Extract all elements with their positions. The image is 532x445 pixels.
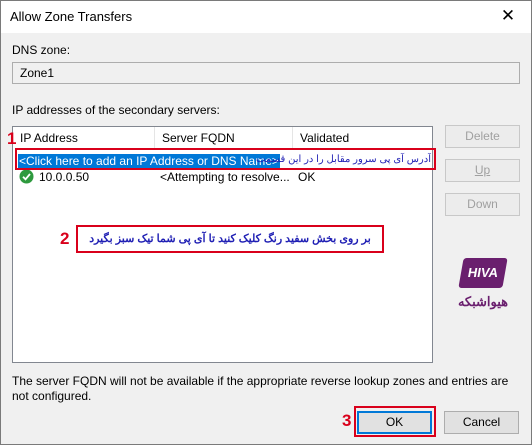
row-server-fqdn: <Attempting to resolve... [160, 170, 290, 184]
fqdn-note: The server FQDN will not be available if… [12, 374, 509, 403]
row-validated: OK [298, 170, 316, 184]
hiva-logo-mark: HIVA [458, 258, 508, 288]
step3-highlight [354, 406, 436, 437]
step1-number: 1 [7, 129, 17, 148]
up-button[interactable]: Up [445, 159, 520, 182]
down-button[interactable]: Down [445, 193, 520, 216]
step2-number: 2 [60, 229, 70, 248]
title-bar: Allow Zone Transfers ✕ [1, 1, 531, 33]
close-icon[interactable]: ✕ [485, 1, 531, 31]
dns-zone-label: DNS zone: [12, 43, 71, 57]
dns-zone-value: Zone1 [20, 66, 55, 80]
secondary-servers-label: IP addresses of the secondary servers: [12, 103, 220, 117]
column-header-server-fqdn[interactable]: Server FQDN [155, 127, 293, 149]
step1-highlight [15, 148, 436, 170]
allow-zone-transfers-dialog: Allow Zone Transfers ✕ DNS zone: Zone1 I… [0, 0, 532, 445]
hiva-brand-text: هیواشبکه [457, 294, 509, 309]
row-ip-address: 10.0.0.50 [39, 170, 90, 184]
delete-button[interactable]: Delete [445, 125, 520, 148]
cancel-button[interactable]: Cancel [444, 411, 519, 434]
window-title: Allow Zone Transfers [10, 9, 133, 24]
hiva-logo: HIVA هیواشبکه [448, 258, 518, 326]
column-header-ip-address[interactable]: IP Address [13, 127, 155, 149]
step3-number: 3 [342, 411, 352, 430]
dns-zone-field: Zone1 [12, 62, 520, 84]
step2-instruction: بر روی بخش سفید رنگ کلیک کنید تا آی پی ش… [76, 225, 384, 253]
column-header-validated[interactable]: Validated [293, 127, 432, 149]
check-circle-icon [19, 169, 34, 184]
table-row[interactable]: 10.0.0.50 <Attempting to resolve... OK [19, 168, 429, 186]
